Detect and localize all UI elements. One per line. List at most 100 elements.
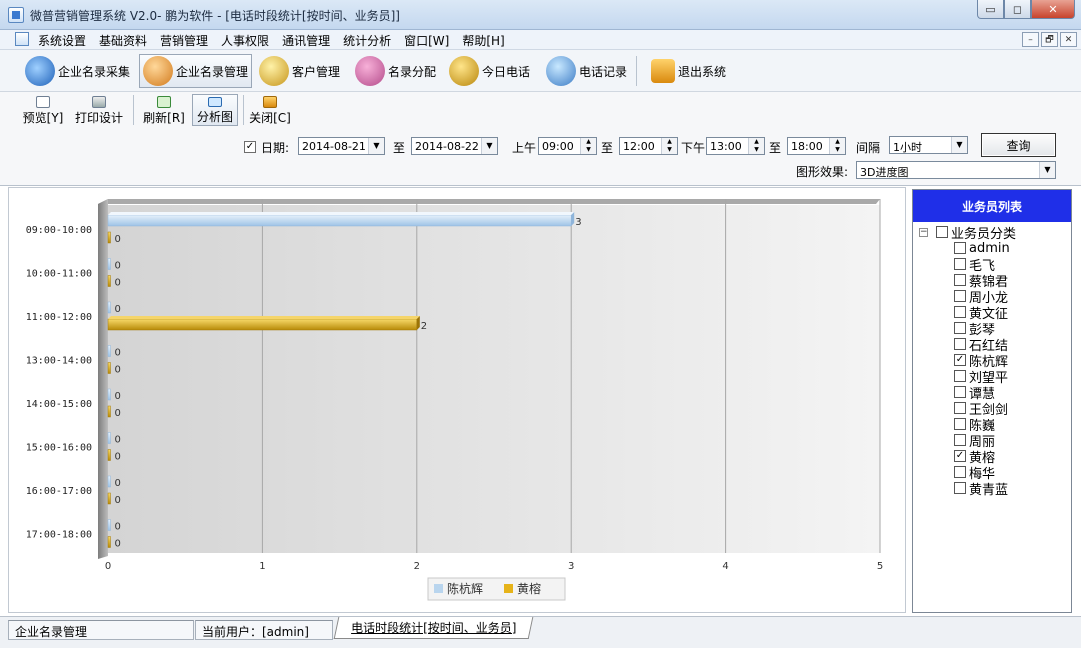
y-tick-label: 13:00-14:00	[26, 355, 92, 366]
salesperson-checkbox[interactable]	[954, 306, 966, 318]
call-records-label: 电话记录	[579, 64, 628, 79]
tree-root[interactable]: − 业务员分类	[919, 224, 1016, 242]
date-checkbox[interactable]: ✓	[244, 141, 256, 153]
spin-arrows-icon[interactable]: ▲ ▼	[661, 138, 677, 154]
company-manage-label: 企业名录管理	[176, 64, 249, 79]
interval-select[interactable]: 1小时 ▼	[889, 136, 968, 154]
call-records-button[interactable]: 电话记录	[543, 54, 630, 88]
list-assign-button[interactable]: 名录分配	[352, 54, 439, 88]
am-from-stepper[interactable]: 09:00 ▲ ▼	[538, 137, 597, 155]
salesperson-checkbox[interactable]	[954, 242, 966, 254]
printer-icon	[92, 96, 106, 108]
am-to-stepper[interactable]: 12:00 ▲ ▼	[619, 137, 678, 155]
mdi-minimize-button[interactable]: –	[1022, 32, 1039, 47]
bar	[107, 388, 111, 401]
query-button[interactable]: 查询	[981, 133, 1056, 157]
pm-from-value: 13:00	[710, 140, 742, 153]
y-tick-label: 17:00-18:00	[26, 529, 92, 540]
data-label: 0	[115, 435, 121, 446]
x-tick-label: 2	[414, 561, 420, 572]
menu-base-data[interactable]: 基础资料	[99, 32, 154, 49]
effect-label: 图形效果:	[796, 165, 849, 179]
salesperson-checkbox[interactable]	[954, 338, 966, 350]
bar	[107, 405, 111, 418]
print-design-button[interactable]: 打印设计	[73, 94, 125, 126]
preview-label: 预览[Y]	[22, 111, 64, 125]
close-view-button[interactable]: 关闭[C]	[248, 94, 292, 126]
chart-area: 0 1 2 3 4 5 09:00-10:00 3 0 10:00-11:00 0 0 11:00-12…	[8, 187, 906, 613]
tree-item[interactable]: 黄青蓝	[954, 480, 1009, 498]
root-checkbox[interactable]	[936, 226, 948, 238]
spin-arrows-icon[interactable]: ▲ ▼	[829, 138, 845, 154]
close-view-label: 关闭[C]	[249, 111, 291, 125]
analysis-chart-button[interactable]: 分析图	[192, 94, 238, 126]
mdi-restore-button[interactable]: 🗗	[1041, 32, 1058, 47]
chevron-down-icon: ▼	[481, 138, 497, 154]
customer-manage-button[interactable]: 客户管理	[256, 54, 343, 88]
refresh-button[interactable]: 刷新[R]	[141, 94, 187, 126]
salesperson-checkbox[interactable]	[954, 274, 966, 286]
mdi-close-button[interactable]: ✕	[1060, 32, 1077, 47]
x-tick-label: 0	[105, 561, 111, 572]
bar-chart: 0 1 2 3 4 509:00-10:003010:00-11:000011:00-12…	[26, 199, 883, 601]
menu-hr-permissions[interactable]: 人事权限	[221, 32, 276, 49]
salesperson-checkbox[interactable]	[954, 482, 966, 494]
data-label: 0	[115, 261, 121, 272]
salesperson-checkbox[interactable]	[954, 466, 966, 478]
salesperson-checkbox[interactable]	[954, 322, 966, 334]
data-label: 0	[115, 522, 121, 533]
collapse-icon[interactable]: −	[919, 227, 928, 237]
am-label: 上午	[512, 141, 537, 155]
salesperson-checkbox[interactable]: ✓	[954, 354, 966, 366]
salesperson-checkbox[interactable]	[954, 290, 966, 302]
menu-communication[interactable]: 通讯管理	[282, 32, 337, 49]
salesperson-checkbox[interactable]	[954, 418, 966, 430]
bar	[107, 492, 111, 505]
menu-statistics[interactable]: 统计分析	[343, 32, 398, 49]
close-button[interactable]: ✕	[1031, 0, 1075, 19]
data-label: 0	[115, 452, 121, 463]
print-design-label: 打印设计	[74, 111, 123, 125]
company-collect-button[interactable]: 企业名录采集	[22, 54, 133, 88]
y-tick-label: 10:00-11:00	[26, 268, 92, 279]
salesperson-checkbox[interactable]: ✓	[954, 450, 966, 462]
bar	[107, 345, 111, 357]
spin-arrows-icon[interactable]: ▲ ▼	[580, 138, 596, 154]
menu-help[interactable]: 帮助[H]	[462, 32, 511, 49]
status-user: 当前用户：[admin]	[195, 620, 333, 640]
data-label: 0	[115, 304, 121, 315]
today-calls-button[interactable]: 今日电话	[446, 54, 533, 88]
data-label: 0	[115, 348, 121, 359]
date-to-select[interactable]: 2014-08-22 ▼	[411, 137, 498, 155]
salesperson-checkbox[interactable]	[954, 386, 966, 398]
data-label: 0	[115, 365, 121, 376]
salesperson-label: 黄青蓝	[969, 482, 1009, 498]
spin-arrows-icon[interactable]: ▲ ▼	[748, 138, 764, 154]
secondary-toolbar: 预览[Y] 打印设计 刷新[R] 分析图 关闭[C]	[0, 92, 1081, 128]
date-to-value: 2014-08-22	[415, 140, 479, 153]
document-tab[interactable]: 电话时段统计[按时间、业务员]	[333, 617, 534, 639]
pm-from-stepper[interactable]: 13:00 ▲ ▼	[706, 137, 765, 155]
date-from-select[interactable]: 2014-08-21 ▼	[298, 137, 385, 155]
exit-system-button[interactable]: 退出系统	[648, 54, 729, 88]
company-manage-button[interactable]: 企业名录管理	[139, 54, 253, 88]
pm-to-stepper[interactable]: 18:00 ▲ ▼	[787, 137, 846, 155]
salesperson-checkbox[interactable]	[954, 434, 966, 446]
preview-button[interactable]: 预览[Y]	[20, 94, 66, 126]
maximize-button[interactable]: ◻	[1004, 0, 1031, 19]
salesperson-checkbox[interactable]	[954, 402, 966, 414]
bar	[107, 475, 111, 488]
salesperson-checkbox[interactable]	[954, 258, 966, 270]
effect-value: 3D进度图	[860, 166, 909, 179]
am-to-value: 12:00	[623, 140, 655, 153]
menu-system-settings[interactable]: 系统设置	[38, 32, 93, 49]
menu-marketing[interactable]: 营销管理	[160, 32, 215, 49]
minimize-button[interactable]: ▭	[977, 0, 1004, 19]
window-controls: ▭ ◻ ✕	[977, 0, 1075, 19]
data-label: 0	[115, 234, 121, 245]
date-label: 日期:	[261, 141, 290, 155]
bar	[107, 519, 111, 531]
effect-select[interactable]: 3D进度图 ▼	[856, 161, 1056, 179]
salesperson-checkbox[interactable]	[954, 370, 966, 382]
menu-window[interactable]: 窗口[W]	[404, 32, 456, 49]
